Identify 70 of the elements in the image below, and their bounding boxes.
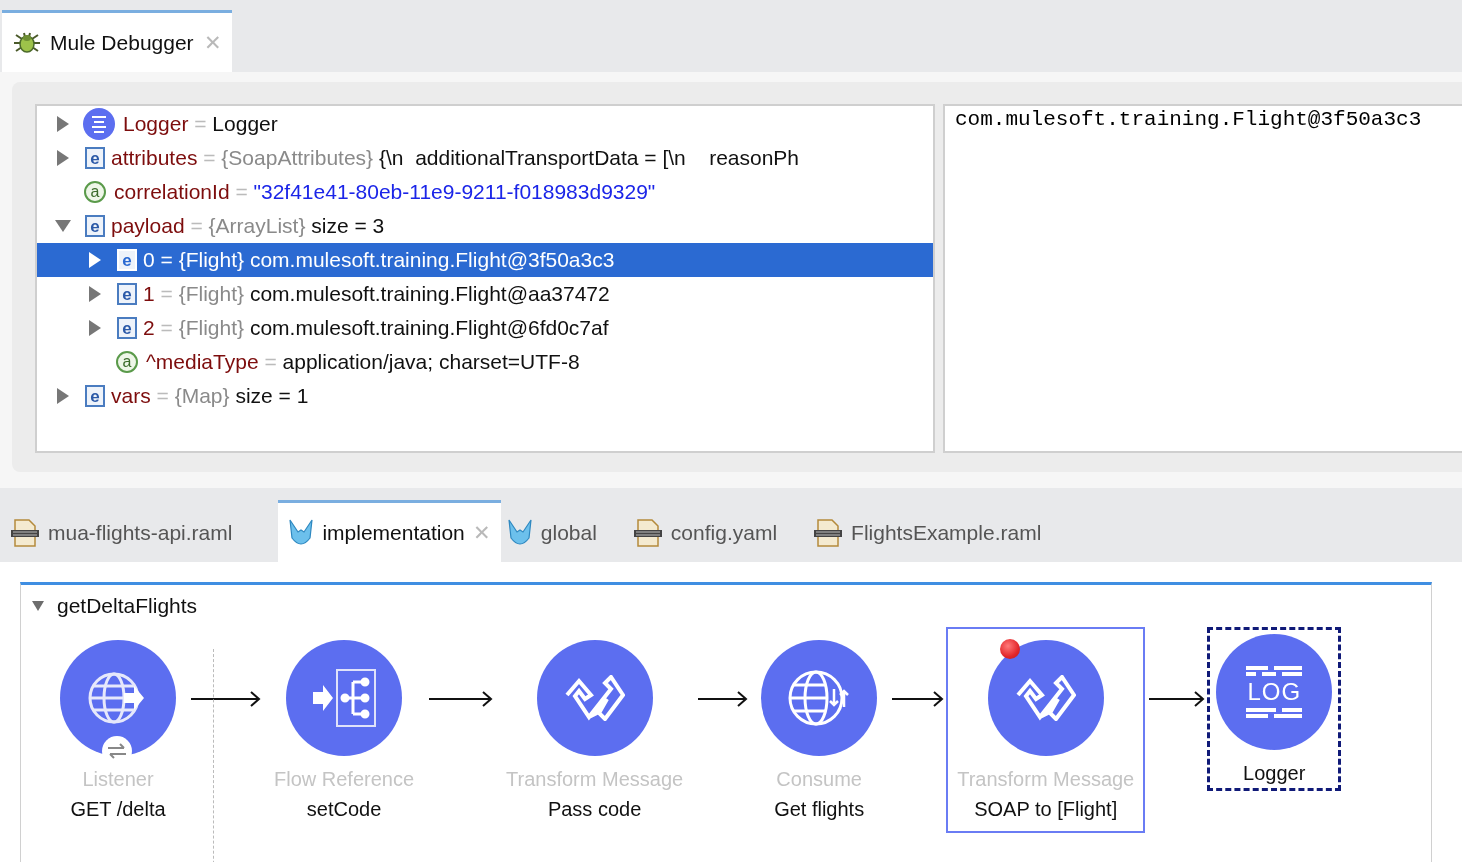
- variable-text: 0 = {Flight} com.mulesoft.training.Flight@3f50a3c3: [143, 248, 615, 272]
- variable-text: payload = {ArrayList} size = 3: [111, 214, 385, 238]
- mule-ears-icon: [288, 517, 315, 548]
- document-icon: [632, 518, 663, 547]
- component-type: Consume: [776, 767, 862, 792]
- tree-row[interactable]: e vars = {Map} size = 1: [37, 379, 933, 413]
- variable-text: 2 = {Flight} com.mulesoft.training.Flight@6fd0c7af: [143, 316, 609, 340]
- variable-text: ^mediaType = application/java; charset=UTF-8: [146, 350, 580, 374]
- attribute-icon: a: [84, 181, 106, 203]
- collapse-triangle-icon[interactable]: [31, 600, 45, 612]
- logger-component-icon[interactable]: LOG: [1216, 634, 1333, 750]
- editor-tab[interactable]: global: [506, 500, 627, 562]
- mule-ears-icon: [506, 517, 533, 548]
- breakpoint-dot[interactable]: [1000, 639, 1021, 659]
- tree-row[interactable]: e 0 = {Flight} com.mulesoft.training.Flight@3f50a3c3: [37, 243, 933, 277]
- component-type: Listener: [82, 767, 154, 792]
- tab-label: implementation: [322, 520, 465, 545]
- tab-label: FlightsExample.raml: [851, 520, 1042, 545]
- component-type: Transform Message: [506, 767, 684, 792]
- flow-reference-icon: [311, 668, 378, 728]
- flow-component[interactable]: Transform Message Pass code: [495, 627, 695, 833]
- element-icon: e: [85, 385, 105, 407]
- component-label: Get flights: [774, 797, 865, 822]
- editor-tab[interactable]: implementation ✕: [278, 500, 501, 562]
- exchange-icon: [106, 741, 128, 761]
- transform-icon: [1015, 675, 1076, 721]
- variable-text: 1 = {Flight} com.mulesoft.training.Flight@aa37472: [143, 282, 610, 306]
- tree-row[interactable]: e payload = {ArrayList} size = 3: [37, 209, 933, 243]
- tab-label: mua-flights-api.raml: [48, 520, 233, 545]
- tab-label: global: [540, 520, 597, 545]
- editor-tab[interactable]: mua-flights-api.raml: [10, 500, 263, 562]
- element-icon: e: [85, 215, 105, 237]
- flow-component[interactable]: Flow Reference setCode: [263, 627, 426, 833]
- tree-row[interactable]: a correlationId = "32f41e41-80eb-11e9-9211-f018983d9329": [37, 175, 933, 209]
- editor-tab[interactable]: FlightsExample.raml: [813, 500, 1072, 562]
- flow-component[interactable]: LOG Logger: [1207, 627, 1342, 791]
- debugger-tab[interactable]: Mule Debugger ✕: [2, 10, 232, 72]
- component-type: Transform Message: [957, 767, 1135, 792]
- element-icon: e: [117, 249, 137, 271]
- component-label: SOAP to [Flight]: [974, 797, 1118, 822]
- variable-text: vars = {Map} size = 1: [111, 384, 309, 408]
- flow-component[interactable]: Consume Get flights: [750, 627, 889, 833]
- component-label: GET /delta: [70, 797, 166, 822]
- tree-row[interactable]: e 2 = {Flight} com.mulesoft.training.Flight@6fd0c7af: [37, 311, 933, 345]
- variable-text: attributes = {SoapAttributes} {\n additionalTransportData = [\n reasonPh: [111, 146, 800, 170]
- editor-tab[interactable]: config.yaml: [632, 500, 808, 562]
- element-icon: e: [117, 283, 137, 305]
- tree-row[interactable]: Logger = Logger: [37, 107, 933, 141]
- tree-row[interactable]: a ^mediaType = application/java; charset=UTF-8: [37, 345, 933, 379]
- element-icon: e: [85, 147, 105, 169]
- element-icon: e: [117, 317, 137, 339]
- component-label: setCode: [306, 797, 382, 822]
- tree-row[interactable]: e 1 = {Flight} com.mulesoft.training.Flight@aa37472: [37, 277, 933, 311]
- component-type: Flow Reference: [274, 767, 415, 792]
- document-icon: [10, 518, 40, 547]
- variable-text: Logger = Logger: [123, 112, 278, 136]
- flow-component[interactable]: Listener GET /delta: [49, 627, 187, 833]
- document-icon: [813, 518, 844, 547]
- tab-label: config.yaml: [670, 520, 778, 545]
- transform-icon: [564, 675, 625, 721]
- logger-icon: [83, 108, 115, 140]
- attribute-icon: a: [116, 351, 138, 373]
- flow-component[interactable]: Transform Message SOAP to [Flight]: [946, 627, 1146, 833]
- component-label: Logger: [1243, 761, 1306, 786]
- tree-row[interactable]: e attributes = {SoapAttributes} {\n additionalTransportData = [\n reasonPh: [37, 141, 933, 175]
- component-label: Pass code: [547, 797, 642, 822]
- value-detail-text: com.mulesoft.training.Flight@3f50a3c3: [955, 107, 1422, 133]
- flow-name: getDeltaFlights: [57, 594, 198, 618]
- tab-label: Mule Debugger: [50, 30, 194, 55]
- variable-text: correlationId = "32f41e41-80eb-11e9-9211-f018983d9329": [114, 180, 656, 204]
